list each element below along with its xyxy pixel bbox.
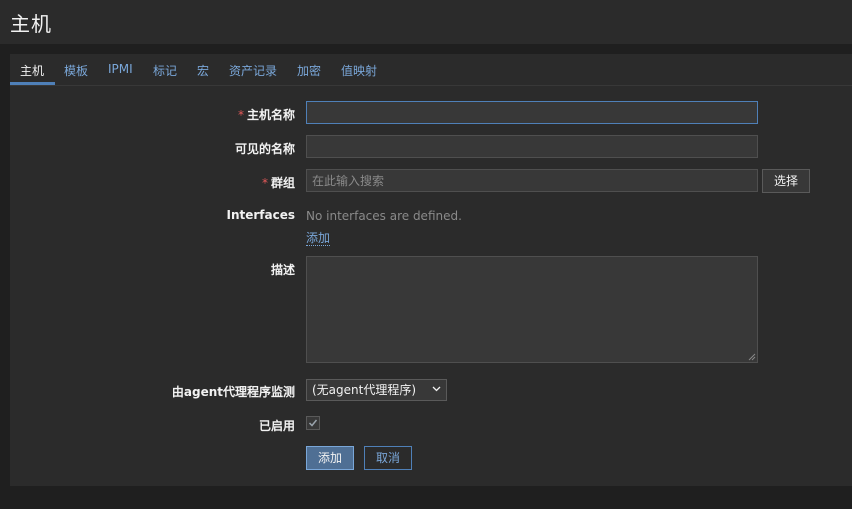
groups-select-button[interactable]: 选择: [762, 169, 810, 193]
required-mark: *: [237, 108, 244, 122]
active-tab-indicator: [10, 82, 55, 85]
tab-macros[interactable]: 宏: [197, 62, 209, 79]
enabled-label: 已启用: [258, 419, 295, 433]
interfaces-label: Interfaces: [226, 208, 295, 222]
monitored-by-label: 由agent代理程序监测: [171, 385, 295, 399]
visible-name-input[interactable]: [306, 135, 758, 158]
host-form-panel: 主机 模板 IPMI 标记 宏 资产记录 加密 值映射 * 主机名称 可见的名称 …: [10, 54, 852, 486]
groups-label: * 群组: [261, 176, 295, 190]
checkmark-icon: [308, 419, 318, 427]
groups-search-input[interactable]: [306, 169, 758, 192]
description-label: 描述: [270, 263, 295, 277]
interfaces-add-link[interactable]: 添加: [306, 231, 331, 246]
resize-handle-icon[interactable]: [748, 353, 756, 361]
host-name-input[interactable]: [306, 101, 758, 124]
enabled-checkbox[interactable]: [306, 416, 320, 430]
page-title: 主机: [10, 12, 52, 36]
host-name-label: * 主机名称: [237, 108, 295, 122]
monitored-by-selected-value: (无agent代理程序): [312, 383, 417, 397]
tab-inventory[interactable]: 资产记录: [229, 62, 277, 79]
tab-value-mapping[interactable]: 值映射: [341, 62, 377, 79]
required-mark: *: [261, 176, 268, 190]
page-header: 主机: [0, 0, 852, 44]
tab-bar: 主机 模板 IPMI 标记 宏 资产记录 加密 值映射: [10, 54, 852, 86]
chevron-down-icon: [432, 386, 441, 392]
cancel-button[interactable]: 取消: [364, 446, 412, 470]
tab-encryption[interactable]: 加密: [297, 62, 321, 79]
interfaces-empty-text: No interfaces are defined.: [306, 209, 462, 223]
description-textarea[interactable]: [306, 256, 758, 363]
add-button[interactable]: 添加: [306, 446, 354, 470]
tab-templates[interactable]: 模板: [64, 62, 88, 79]
tab-ipmi[interactable]: IPMI: [108, 62, 133, 76]
visible-name-label: 可见的名称: [234, 142, 295, 156]
monitored-by-select[interactable]: (无agent代理程序): [306, 379, 447, 401]
tab-tags[interactable]: 标记: [153, 62, 177, 79]
tab-host[interactable]: 主机: [20, 62, 44, 79]
